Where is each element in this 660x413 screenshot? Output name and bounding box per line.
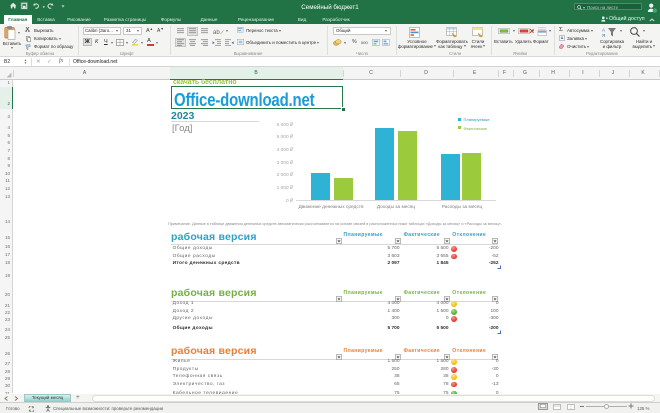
- svg-text:А: А: [602, 27, 605, 32]
- svg-text:Я: Я: [602, 33, 605, 38]
- svg-text:ab: ab: [213, 30, 220, 36]
